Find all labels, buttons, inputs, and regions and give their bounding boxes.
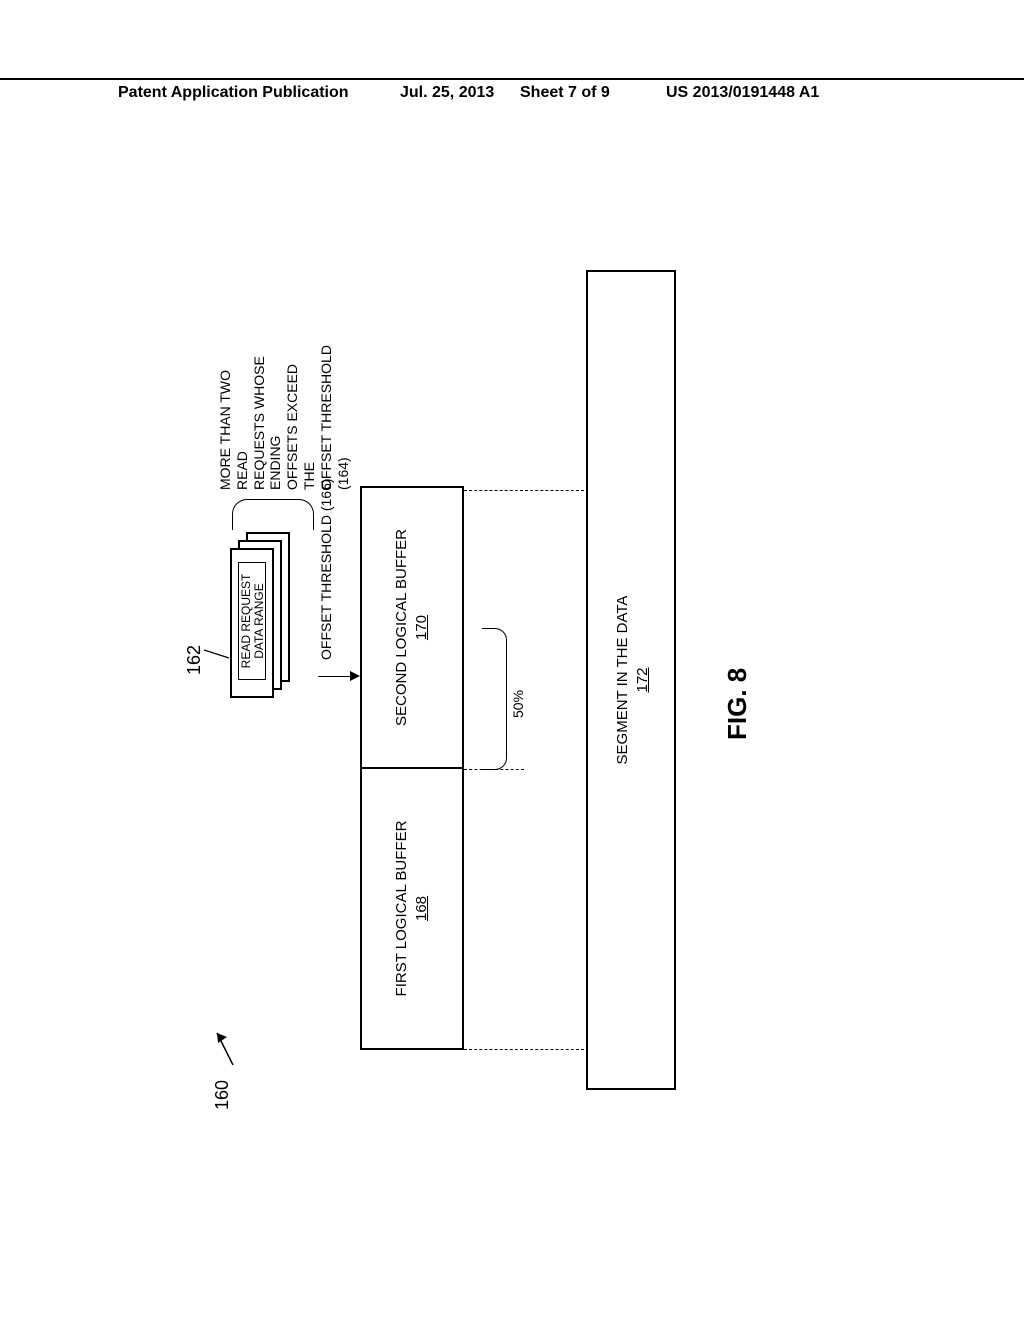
header-date: Jul. 25, 2013 xyxy=(400,84,494,102)
brace-l4: OFFSET THRESHOLD (164) xyxy=(318,345,351,490)
header-publication: Patent Application Publication xyxy=(118,84,349,102)
brace-l3: OFFSETS EXCEED THE xyxy=(284,364,317,490)
leader-arrow-160 xyxy=(215,1025,235,1065)
brace-l2: REQUESTS WHOSE ENDING xyxy=(251,356,284,490)
buf1-num: 168 xyxy=(413,896,430,921)
readreq-line1: READ REQUEST xyxy=(239,574,253,669)
first-logical-buffer: FIRST LOGICAL BUFFER 168 xyxy=(362,767,462,1048)
brace-l1: MORE THAN TWO READ xyxy=(217,370,250,490)
ref-160: 160 xyxy=(212,1080,233,1110)
brace-text: MORE THAN TWO READ REQUESTS WHOSE ENDING… xyxy=(217,340,351,490)
fifty-pct-label: 50% xyxy=(510,690,526,718)
offset-arrow-icon xyxy=(318,674,358,677)
ref-162: 162 xyxy=(184,645,205,675)
header-pubno: US 2013/0191448 A1 xyxy=(666,84,819,102)
buf2-num: 170 xyxy=(413,615,430,640)
dashed-line-left xyxy=(464,1049,584,1050)
offset-threshold-label: OFFSET THRESHOLD (166) xyxy=(318,478,334,660)
segment-num: 172 xyxy=(634,667,651,692)
header-sheet: Sheet 7 of 9 xyxy=(520,84,610,102)
brace-50pct xyxy=(482,628,507,770)
segment-label: SEGMENT IN THE DATA xyxy=(614,596,631,765)
buf1-label: FIRST LOGICAL BUFFER xyxy=(393,821,410,997)
second-logical-buffer: SECOND LOGICAL BUFFER 170 xyxy=(362,488,462,767)
brace-read-requests xyxy=(232,499,314,530)
diagram-fig8: 160 162 READ REQUEST DATA RANGE MORE THA… xyxy=(162,210,862,1110)
buf2-label: SECOND LOGICAL BUFFER xyxy=(393,529,410,726)
readreq-line2: DATA RANGE xyxy=(252,583,266,659)
page-header: Patent Application Publication Jul. 25, … xyxy=(0,78,1024,84)
dashed-line-right xyxy=(464,490,584,491)
logical-buffers: FIRST LOGICAL BUFFER 168 SECOND LOGICAL … xyxy=(360,486,464,1050)
figure-caption: FIG. 8 xyxy=(722,668,753,740)
segment-in-data: SEGMENT IN THE DATA 172 xyxy=(586,270,676,1090)
read-request-box: READ REQUEST DATA RANGE xyxy=(238,562,266,680)
